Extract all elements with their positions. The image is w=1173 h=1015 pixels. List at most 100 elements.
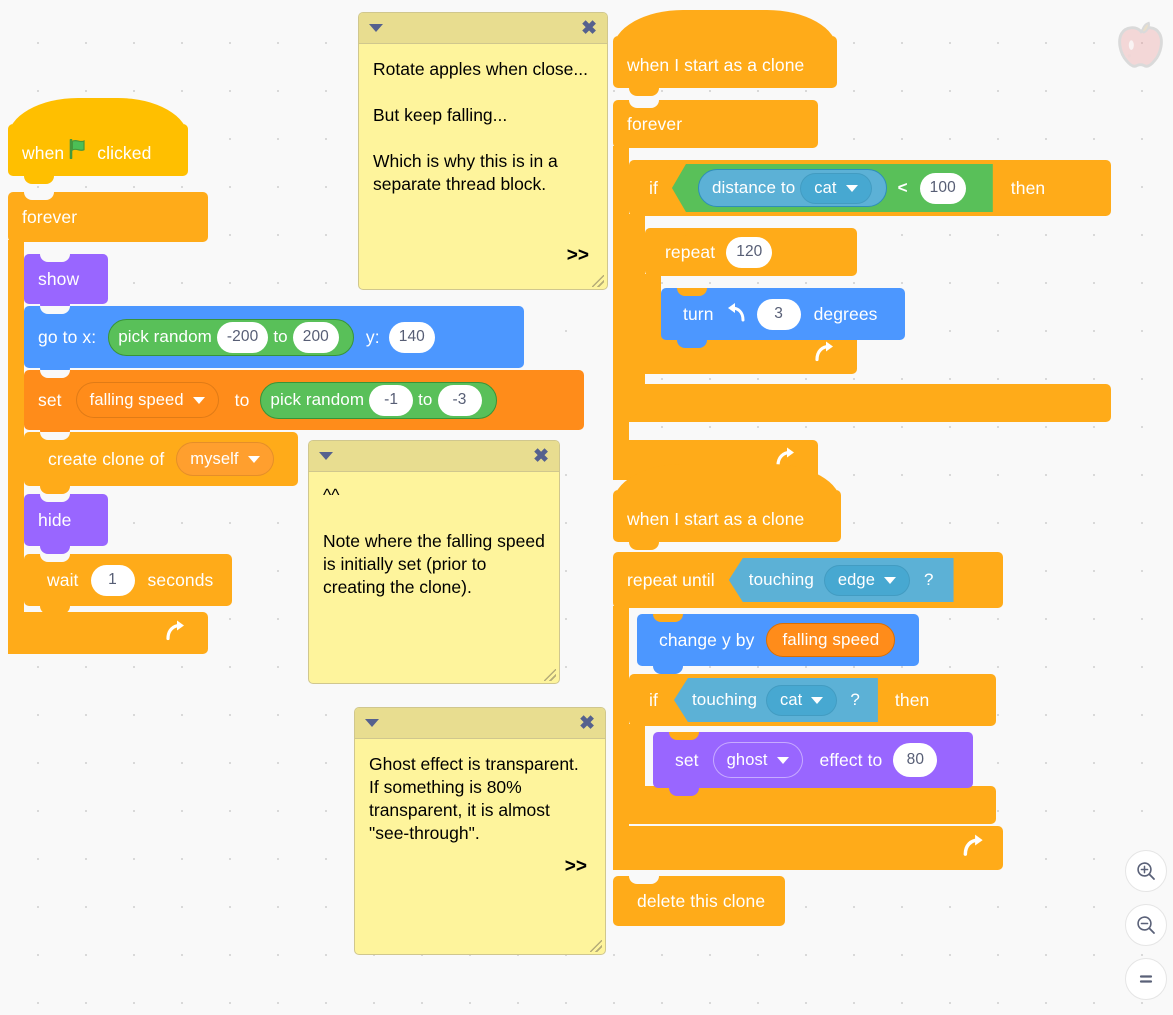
repeat-until-block-header[interactable]: repeat until touching edge ? [613,552,1003,608]
comment-resize-handle[interactable] [544,669,556,681]
effect-to-label: effect to [819,749,883,770]
pick-random-speed-to-label: to [418,390,433,409]
comment-rotate[interactable]: ✖ Rotate apples when close... But keep f… [358,12,608,290]
forever-dent [24,192,54,200]
falling-speed-variable-label: falling speed [782,630,880,649]
comment-resize-handle[interactable] [592,275,604,287]
pick-random-speed-label: pick random [270,390,365,409]
zoom-out-button[interactable] [1125,904,1167,946]
delete-clone-label: delete this clone [637,890,766,911]
forever-label-rotate: forever [627,113,683,134]
create-clone-block[interactable]: create clone of myself [24,432,298,494]
if-foot-rotate [629,384,1111,422]
zoom-in-button[interactable] [1125,850,1167,892]
hat-dome [613,464,841,490]
pick-random-speed-from-input[interactable]: -1 [369,384,414,416]
comment-text[interactable]: Ghost effect is transparent. If somethin… [355,739,605,845]
forever-block-header-rotate[interactable]: forever [613,100,818,148]
wait-nub [40,606,70,614]
chevron-down-icon [776,756,789,764]
if-label-fall: if [649,689,658,710]
if-spine-fall [629,724,645,788]
set-variable-block[interactable]: set falling speed to pick random -1 to -… [24,370,584,438]
less-than-operator-block[interactable]: distance to cat < 100 [671,164,993,212]
change-y-by-block[interactable]: change y by falling speed [637,614,919,674]
if-block-header-rotate[interactable]: if distance to cat < 100 then [629,160,1111,216]
repeat-until-spine [613,606,629,828]
goto-y-input[interactable]: 140 [388,321,435,353]
createclone-nub [40,486,70,494]
falling-speed-variable-reporter[interactable]: falling speed [766,623,896,657]
delete-dent [629,876,659,884]
blocks-workspace[interactable]: when clicked forever show go to x: pick … [0,0,1173,1015]
zoom-reset-button[interactable] [1125,958,1167,1000]
pick-random-speed-to-input[interactable]: -3 [437,384,482,416]
when-clone-start-hat-rotate[interactable]: when I start as a clone [613,10,837,96]
hat-dome [613,10,837,36]
distance-target-dropdown[interactable]: cat [800,172,872,204]
go-to-xy-block[interactable]: go to x: pick random -200 to 200 y: 140 [24,306,524,376]
hide-block[interactable]: hide [24,494,108,554]
touching-edge-boolean[interactable]: touching edge ? [728,558,954,602]
comment-header[interactable]: ✖ [355,708,605,739]
repeat-block-header[interactable]: repeat 120 [645,228,857,276]
comment-falling-speed[interactable]: ✖ ^^ Note where the falling speed is ini… [308,440,560,684]
comment-text[interactable]: Rotate apples when close... But keep fal… [359,44,607,196]
comment-text[interactable]: ^^ Note where the falling speed is initi… [309,472,559,599]
less-than-right-input[interactable]: 100 [919,172,966,204]
pick-random-x-reporter[interactable]: pick random -200 to 200 [108,318,354,356]
setvar-dent [40,370,70,378]
forever-block-header[interactable]: forever [8,192,208,242]
clone-target-dropdown[interactable]: myself [176,442,274,476]
set-ghost-effect-block[interactable]: set ghost effect to 80 [653,732,973,796]
variable-dropdown[interactable]: falling speed [75,382,219,418]
collapse-triangle-icon[interactable] [369,24,383,32]
close-icon[interactable]: ✖ [533,447,549,466]
comment-header[interactable]: ✖ [359,13,607,44]
loop-arrow-icon [813,341,837,368]
hide-nub [40,546,70,554]
pick-random-speed-reporter[interactable]: pick random -1 to -3 [260,381,497,419]
wait-label: wait [47,569,79,590]
wait-duration-input[interactable]: 1 [90,564,135,596]
if-dent [645,160,675,168]
show-block[interactable]: show [24,254,108,312]
pick-random-x-from-input[interactable]: -200 [216,321,269,353]
forever-foot[interactable] [8,612,208,654]
comment-header[interactable]: ✖ [309,441,559,472]
comment-resize-handle[interactable] [590,940,602,952]
turn-counterclockwise-block[interactable]: turn 3 degrees [661,288,905,348]
set-label: set [38,389,62,410]
comment-arrow: >> [566,245,589,266]
ghost-dent [669,732,699,740]
if-label-rotate: if [649,177,658,198]
if-fall-dent [645,674,675,682]
set-to-label: to [234,389,250,410]
close-icon[interactable]: ✖ [579,714,595,733]
ghost-nub [669,788,699,796]
repeat-until-foot[interactable] [613,826,1003,870]
when-flag-clicked-hat-block[interactable]: when clicked [8,98,188,184]
collapse-triangle-icon[interactable] [319,452,333,460]
repeat-until-dent [629,552,659,560]
turn-degrees-input[interactable]: 3 [756,298,801,330]
if-block-header-fall[interactable]: if touching cat ? then [629,674,996,726]
touching-edge-dropdown[interactable]: edge [823,564,910,596]
touching-cat-dropdown[interactable]: cat [766,684,838,716]
repeat-count-input[interactable]: 120 [726,236,773,268]
when-clone-start-hat-fall[interactable]: when I start as a clone [613,464,841,550]
close-icon[interactable]: ✖ [581,19,597,38]
wait-block[interactable]: wait 1 seconds [24,554,232,614]
comment-ghost[interactable]: ✖ Ghost effect is transparent. If someth… [354,707,606,955]
forever-dent [629,100,659,108]
chevron-down-icon [247,455,260,463]
delete-this-clone-block[interactable]: delete this clone [613,876,785,926]
pick-random-x-to-input[interactable]: 200 [292,321,339,353]
pick-random-x-to-label: to [273,327,288,346]
touching-cat-boolean[interactable]: touching cat ? [673,678,878,722]
effect-dropdown[interactable]: ghost [712,742,803,778]
effect-value-input[interactable]: 80 [893,743,938,777]
collapse-triangle-icon[interactable] [365,719,379,727]
loop-arrow-icon [164,620,188,647]
distance-to-reporter[interactable]: distance to cat [697,169,887,207]
